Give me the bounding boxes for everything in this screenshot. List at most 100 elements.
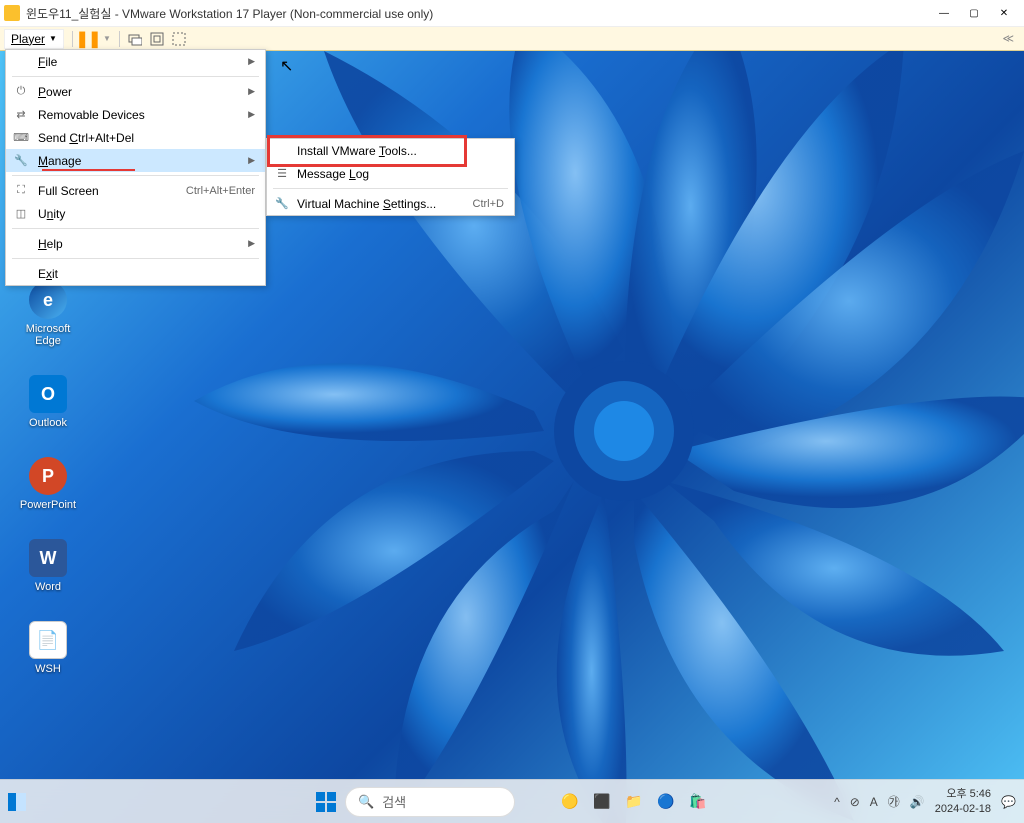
menu-label: Full Screen: [38, 184, 99, 198]
menu-shortcut: Ctrl+D: [473, 198, 504, 210]
unity-icon[interactable]: [172, 32, 186, 46]
power-icon: ⏻: [14, 85, 28, 99]
collapse-icon[interactable]: ≪: [1002, 32, 1014, 45]
toolbar: Player ▼ ❚❚ ▼ ≪: [0, 27, 1024, 51]
player-label: Player: [11, 32, 45, 46]
menu-item-power[interactable]: ⏻ Power ▶: [6, 80, 265, 103]
powerpoint-icon: P: [29, 457, 67, 495]
taskbar: 🔍 검색 🟡 ⬛ 📁 🔵 🛍️ ^ ⊘ A ㉮ 🔊 오후 5:46 2024-0…: [0, 779, 1024, 823]
desktop-icon-powerpoint[interactable]: P PowerPoint: [18, 457, 78, 511]
menu-label: Install VMware Tools...: [297, 144, 417, 158]
menu-item-file[interactable]: File ▶: [6, 50, 265, 73]
menu-label: Exit: [38, 267, 58, 281]
usb-icon: ⇄: [14, 108, 28, 122]
search-placeholder: 검색: [382, 792, 406, 811]
menu-item-manage[interactable]: 🔧 Manage ▶: [6, 149, 265, 172]
menu-item-unity[interactable]: ◫ Unity: [6, 202, 265, 225]
menu-item-message-log[interactable]: ☰ Message Log: [267, 162, 514, 185]
tray-volume-icon[interactable]: 🔊: [910, 795, 925, 809]
menu-item-vm-settings[interactable]: 🔧 Virtual Machine Settings... Ctrl+D: [267, 192, 514, 215]
menu-label: Power: [38, 85, 72, 99]
search-icon: 🔍: [358, 794, 374, 810]
separator: [119, 31, 120, 47]
menu-item-help[interactable]: Help ▶: [6, 232, 265, 255]
menu-label: Manage: [38, 154, 81, 168]
desktop-icon-outlook[interactable]: O Outlook: [18, 375, 78, 429]
separator: [72, 31, 73, 47]
separator: [12, 175, 259, 176]
icon-label: Microsoft Edge: [18, 323, 78, 347]
menu-item-exit[interactable]: Exit: [6, 262, 265, 285]
menu-item-install-tools[interactable]: Install VMware Tools...: [267, 139, 514, 162]
titlebar: 윈도우11_실험실 - VMware Workstation 17 Player…: [0, 0, 1024, 27]
taskbar-app-edge[interactable]: 🔵: [653, 789, 679, 815]
widgets-button[interactable]: [8, 793, 26, 811]
window-title: 윈도우11_실험실 - VMware Workstation 17 Player…: [26, 5, 936, 22]
clock[interactable]: 오후 5:46 2024-02-18: [935, 787, 991, 816]
icon-label: PowerPoint: [20, 499, 76, 511]
chevron-right-icon: ▶: [248, 86, 255, 97]
chevron-right-icon: ▶: [248, 238, 255, 249]
taskbar-app-explorer[interactable]: 📁: [621, 789, 647, 815]
menu-label: Help: [38, 237, 63, 251]
word-icon: W: [29, 539, 67, 577]
chevron-right-icon: ▶: [248, 155, 255, 166]
taskbar-app-copilot[interactable]: 🟡: [557, 789, 583, 815]
keyboard-icon: ⌨: [14, 131, 28, 145]
wsh-icon: 📄: [29, 621, 67, 659]
menu-shortcut: Ctrl+Alt+Enter: [186, 185, 255, 197]
mouse-cursor: ↖: [280, 56, 293, 76]
tray-cancel-icon[interactable]: ⊘: [850, 795, 860, 809]
desktop-icon-edge[interactable]: e Microsoft Edge: [18, 281, 78, 347]
pause-icon[interactable]: ❚❚: [81, 32, 95, 46]
tray-ime-icon[interactable]: ㉮: [888, 793, 900, 810]
menu-label: Removable Devices: [38, 108, 145, 122]
clock-date: 2024-02-18: [935, 802, 991, 816]
player-menu: File ▶ ⏻ Power ▶ ⇄ Removable Devices ▶ ⌨ Se…: [5, 49, 266, 286]
menu-label: Unity: [38, 207, 65, 221]
tray-language-icon[interactable]: A: [870, 795, 878, 809]
notification-icon[interactable]: 💬: [1001, 795, 1016, 809]
menu-label: Virtual Machine Settings...: [297, 197, 436, 211]
taskbar-app-taskview[interactable]: ⬛: [589, 789, 615, 815]
minimize-button[interactable]: —: [936, 5, 952, 21]
tray-chevron-icon[interactable]: ^: [834, 795, 840, 809]
icon-label: Outlook: [29, 417, 67, 429]
menu-item-send-cad[interactable]: ⌨ Send Ctrl+Alt+Del: [6, 126, 265, 149]
fullscreen-icon[interactable]: [150, 32, 164, 46]
menu-label: File: [38, 55, 57, 69]
manage-submenu: Install VMware Tools... ☰ Message Log 🔧 …: [266, 138, 515, 216]
start-button[interactable]: [313, 789, 339, 815]
edge-icon: e: [29, 281, 67, 319]
maximize-button[interactable]: ▢: [966, 5, 982, 21]
separator: [12, 76, 259, 77]
clock-time: 오후 5:46: [935, 787, 991, 801]
icon-label: WSH: [35, 663, 61, 675]
send-cad-icon[interactable]: [128, 32, 142, 46]
menu-item-fullscreen[interactable]: ⛶ Full Screen Ctrl+Alt+Enter: [6, 179, 265, 202]
menu-label: Send Ctrl+Alt+Del: [38, 131, 134, 145]
unity-icon: ◫: [14, 207, 28, 221]
taskbar-app-store[interactable]: 🛍️: [685, 789, 711, 815]
highlight-underline: [42, 169, 135, 171]
desktop-icon-wsh[interactable]: 📄 WSH: [18, 621, 78, 675]
chevron-right-icon: ▶: [248, 109, 255, 120]
log-icon: ☰: [275, 167, 289, 181]
app-icon: [4, 5, 20, 21]
menu-item-removable[interactable]: ⇄ Removable Devices ▶: [6, 103, 265, 126]
desktop-icons: e Microsoft Edge O Outlook P PowerPoint …: [18, 281, 78, 675]
wrench-icon: 🔧: [14, 154, 28, 168]
icon-label: Word: [35, 581, 61, 593]
settings-icon: 🔧: [275, 197, 289, 211]
separator: [273, 188, 508, 189]
separator: [12, 258, 259, 259]
chevron-right-icon: ▶: [248, 56, 255, 67]
outlook-icon: O: [29, 375, 67, 413]
close-button[interactable]: ✕: [996, 5, 1012, 21]
player-menu-button[interactable]: Player ▼: [4, 29, 64, 49]
menu-label: Message Log: [297, 167, 369, 181]
search-box[interactable]: 🔍 검색: [345, 787, 515, 817]
separator: [12, 228, 259, 229]
desktop-icon-word[interactable]: W Word: [18, 539, 78, 593]
fullscreen-icon: ⛶: [14, 184, 28, 198]
